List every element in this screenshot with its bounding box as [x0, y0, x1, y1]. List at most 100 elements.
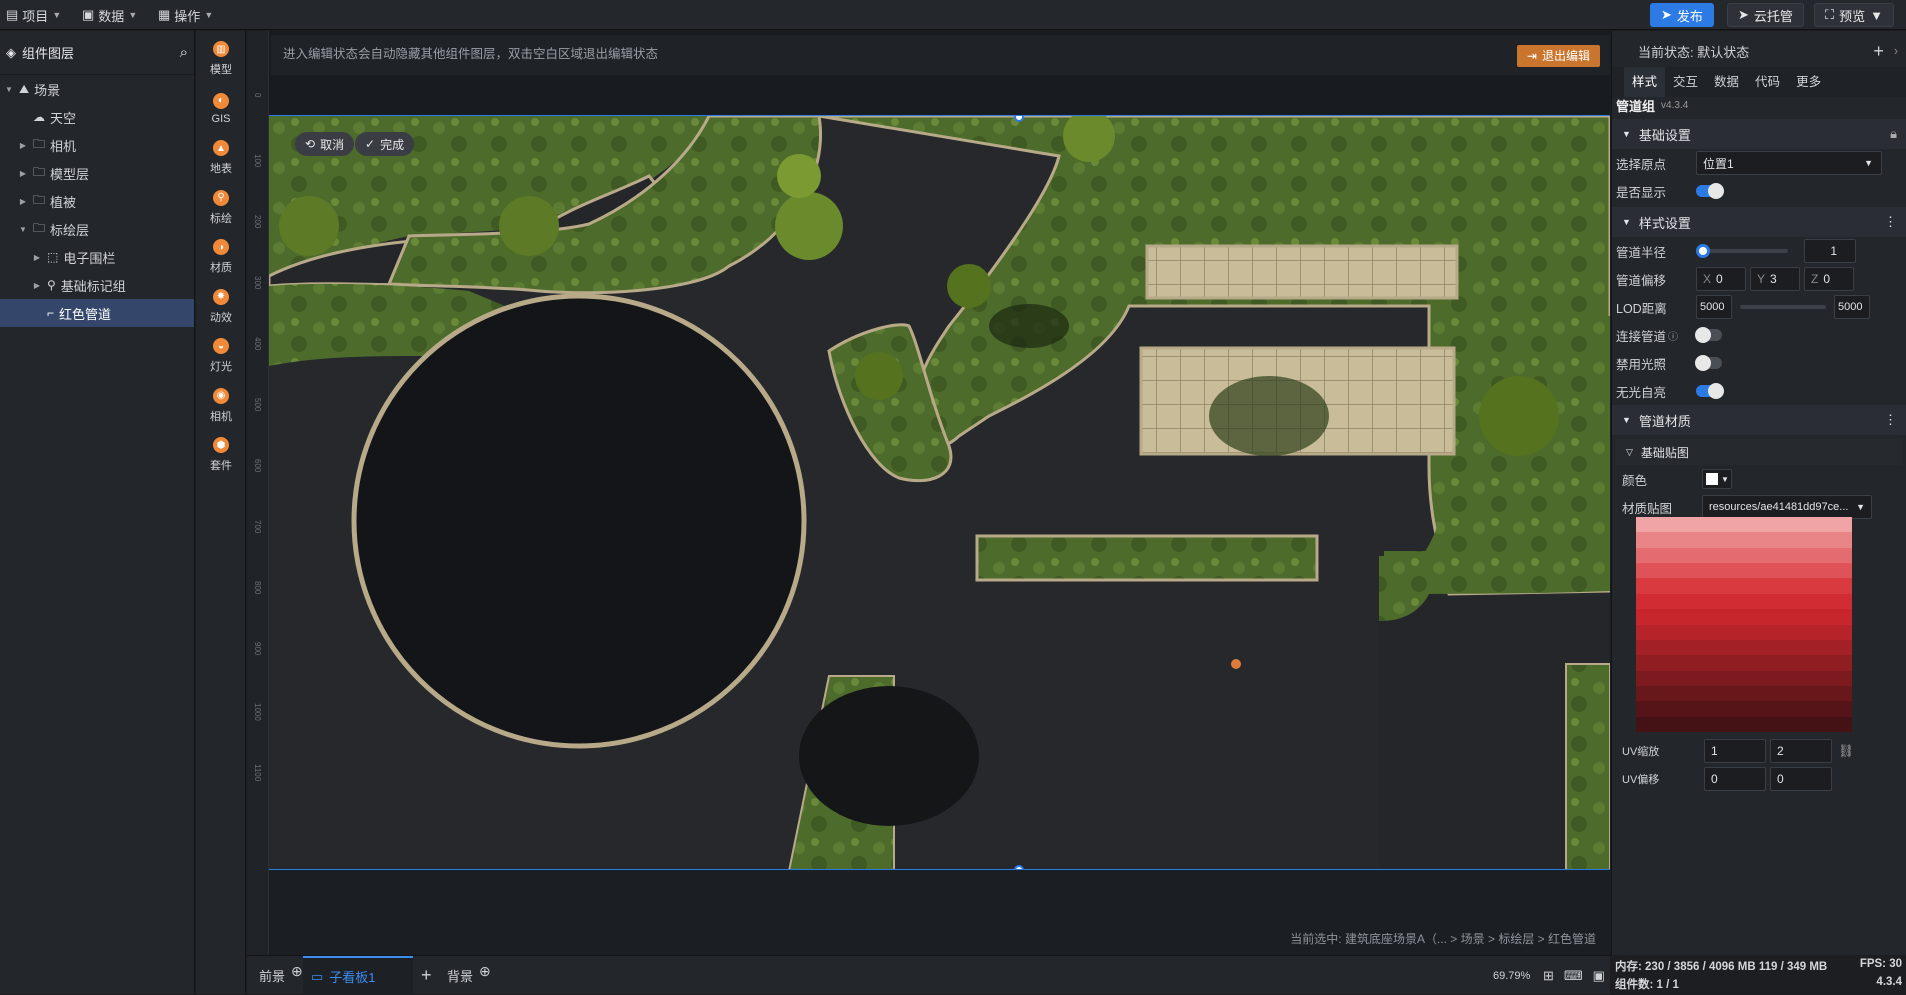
search-icon[interactable]: ⌕: [180, 44, 188, 61]
chevron-down-icon: ▼: [1864, 158, 1873, 168]
add-board-button[interactable]: +: [421, 956, 432, 995]
fit-icon[interactable]: ⊞: [1543, 968, 1554, 984]
layer-item[interactable]: ▼ ⛰ 场景: [0, 75, 194, 103]
section-style-title: 样式设置: [1638, 215, 1691, 231]
visible-toggle[interactable]: [1696, 183, 1724, 199]
ruler-tick: 100: [253, 154, 262, 168]
origin-select[interactable]: 位置1 ▼: [1696, 151, 1882, 175]
offset-x-input[interactable]: X0: [1696, 267, 1746, 291]
more-vertical-icon[interactable]: ⋮: [1884, 412, 1897, 428]
caret-down-icon[interactable]: ▼: [18, 225, 28, 234]
color-picker[interactable]: ▼: [1702, 469, 1732, 489]
caret-right-icon[interactable]: ▶: [18, 141, 28, 150]
check-circle-icon: ✓: [365, 137, 376, 151]
send-icon: ➤: [1661, 7, 1672, 22]
caret-down-icon[interactable]: ▼: [4, 85, 14, 94]
caret-right-icon[interactable]: ▶: [32, 253, 42, 262]
grid-icon: ▦: [158, 7, 171, 22]
exit-edit-button[interactable]: ⇥ 退出编辑: [1516, 45, 1600, 67]
uv-scale-v-input[interactable]: 2: [1770, 739, 1832, 763]
camera-icon: ◉: [213, 387, 229, 404]
layer-item[interactable]: ▶ 🗀 植被: [0, 187, 194, 215]
send-icon: ➤: [1738, 7, 1749, 22]
menu-operate[interactable]: ▦ 操作 ▼: [158, 5, 213, 25]
uv-scale-u-input[interactable]: 1: [1704, 739, 1766, 763]
add-circle-icon[interactable]: ⊕: [479, 963, 491, 980]
layer-item[interactable]: ▶ 🗀 相机: [0, 131, 194, 159]
tool-model[interactable]: ▥ 模型: [196, 33, 246, 85]
layer-item[interactable]: ▶ ⬚ 电子围栏: [0, 243, 194, 271]
tab-background[interactable]: 背景 ⊕: [447, 956, 491, 995]
cloud-host-button[interactable]: ➤ 云托管: [1727, 3, 1804, 27]
publish-button[interactable]: ➤ 发布: [1650, 3, 1714, 27]
layer-item[interactable]: ☁ 天空: [0, 103, 194, 131]
help-icon[interactable]: ⓘ: [1668, 328, 1696, 343]
plus-icon[interactable]: +: [1873, 41, 1884, 62]
chevron-right-icon[interactable]: ›: [1894, 44, 1898, 58]
link-icon[interactable]: ⛓: [1838, 744, 1854, 759]
subsection-basic-map[interactable]: ▽ 基础贴图: [1616, 439, 1903, 465]
preview-button[interactable]: ⛶ 预览 ▼: [1814, 3, 1894, 27]
section-style[interactable]: ▼ 样式设置 ⋮: [1612, 207, 1906, 237]
selflit-row: 无光自亮: [1616, 377, 1903, 405]
offset-z-input[interactable]: Z0: [1804, 267, 1854, 291]
tab-sub-board[interactable]: ▭ 子看板1: [303, 956, 413, 995]
tool-camera[interactable]: ◉ 相机: [196, 380, 246, 432]
menu-project[interactable]: ▤ 项目 ▼: [6, 5, 61, 25]
lock-icon[interactable]: 🔒︎: [1890, 126, 1897, 142]
tool-material[interactable]: ◑ 材质: [196, 231, 246, 283]
uv-offset-v-input[interactable]: 0: [1770, 767, 1832, 791]
section-basic[interactable]: ▼ 基础设置 🔒︎: [1612, 119, 1906, 149]
done-button[interactable]: ✓ 完成: [355, 132, 415, 156]
cancel-button[interactable]: ⟲ 取消: [295, 132, 355, 156]
layer-item[interactable]: ▶ ⚲ 基础标记组: [0, 271, 194, 299]
preview-label: 预览: [1839, 8, 1866, 24]
caret-right-icon[interactable]: ▶: [18, 197, 28, 206]
menu-data[interactable]: ▣ 数据 ▼: [82, 5, 137, 25]
connect-toggle[interactable]: [1695, 327, 1723, 343]
tool-terrain[interactable]: ▲ 地表: [196, 132, 246, 184]
layer-item[interactable]: ▼ 🗀 标绘层: [0, 215, 194, 243]
lod-slider[interactable]: [1736, 299, 1830, 315]
add-circle-icon[interactable]: ⊕: [291, 963, 303, 980]
radius-slider[interactable]: [1696, 243, 1796, 259]
texture-band: [1636, 517, 1852, 533]
layer-panel-title: 组件图层: [22, 46, 75, 61]
nolight-toggle[interactable]: [1695, 355, 1722, 371]
property-panel: 当前状态: 默认状态 + › 样式 交互 数据 代码 更多 管道组 v4.3.4 ▼ 基础设…: [1611, 31, 1906, 994]
caret-right-icon[interactable]: ▶: [32, 281, 42, 290]
offset-x-value: 0: [1716, 272, 1723, 286]
scene-canvas[interactable]: 0 100 200 300 400 500 600 700 800 900 1000 1100 进入编…: [247, 31, 1610, 955]
uv-offset-u-input[interactable]: 0: [1704, 767, 1766, 791]
tool-kit[interactable]: ⬢ 套件: [196, 429, 246, 481]
kit-icon: ⬢: [213, 437, 229, 453]
caret-right-icon[interactable]: ▶: [18, 169, 28, 178]
tool-light[interactable]: ◒ 灯光: [196, 330, 246, 382]
selflit-toggle[interactable]: [1696, 383, 1724, 399]
tool-label: 模型: [210, 64, 232, 76]
more-vertical-icon[interactable]: ⋮: [1884, 214, 1897, 230]
tool-globe[interactable]: ◐ GIS: [196, 83, 246, 135]
tool-label: 相机: [210, 410, 232, 423]
tab-foreground[interactable]: 前景 ⊕: [259, 956, 303, 995]
edit-hint: 进入编辑状态会自动隐藏其他组件图层，双击空白区域退出编辑状态 ⇥ 退出编辑: [271, 35, 1610, 75]
map-viewport[interactable]: ⟲ 取消 ✓ 完成: [269, 115, 1610, 870]
layer-item-label: 标绘层: [50, 222, 90, 238]
layer-item[interactable]: ⌐ 红色管道: [0, 299, 194, 327]
texture-select[interactable]: resources/ae41481dd97ce... ▼: [1702, 495, 1872, 519]
offset-y-input[interactable]: Y3: [1750, 267, 1800, 291]
scene-icon: ⛰: [19, 81, 30, 96]
layer-item[interactable]: ▶ 🗀 模型层: [0, 159, 194, 187]
keyboard-icon[interactable]: ⌨: [1564, 968, 1583, 984]
tool-effect[interactable]: ✸ 动效: [196, 281, 246, 333]
radius-input[interactable]: 1: [1804, 239, 1856, 263]
terminal-icon[interactable]: ▣: [1593, 968, 1605, 984]
lod-min-input[interactable]: 5000: [1696, 295, 1732, 319]
ruler-tick: 900: [253, 642, 262, 656]
section-material[interactable]: ▼ 管道材质 ⋮: [1612, 405, 1906, 435]
lod-max-value: 5000: [1838, 301, 1863, 313]
tool-pin[interactable]: ⚲ 标绘: [196, 182, 246, 234]
lod-max-input[interactable]: 5000: [1834, 295, 1870, 319]
ruler-tick: 800: [253, 581, 262, 595]
ruler-tick: 1000: [253, 703, 262, 721]
